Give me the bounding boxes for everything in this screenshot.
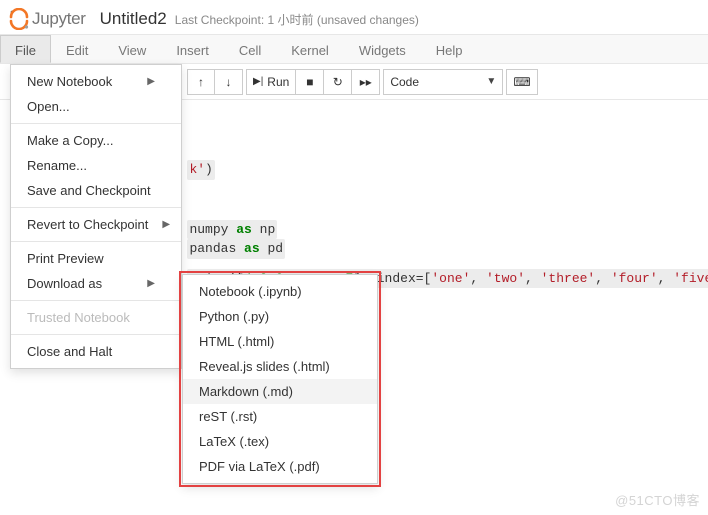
download-tex[interactable]: LaTeX (.tex) [183,429,377,454]
file-save-checkpoint[interactable]: Save and Checkpoint [11,178,181,203]
file-new-notebook[interactable]: New Notebook▶ [11,69,181,94]
menu-separator [11,123,181,124]
cell-type-value: Code [390,75,419,89]
arrow-up-icon: ↑ [198,75,204,89]
jupyter-logo[interactable]: Jupyter [8,8,86,30]
menu-separator [11,241,181,242]
download-ipynb[interactable]: Notebook (.ipynb) [183,279,377,304]
download-py[interactable]: Python (.py) [183,304,377,329]
menu-kernel[interactable]: Kernel [276,35,344,63]
menu-edit[interactable]: Edit [51,35,103,63]
run-icon: ▶| [253,76,263,87]
file-open[interactable]: Open... [11,94,181,119]
menu-insert[interactable]: Insert [161,35,224,63]
menu-view[interactable]: View [103,35,161,63]
chevron-down-icon: ▼ [486,76,496,87]
chevron-right-icon: ▶ [162,219,170,230]
menu-help[interactable]: Help [421,35,478,63]
file-revert-checkpoint[interactable]: Revert to Checkpoint▶ [11,212,181,237]
download-pdf[interactable]: PDF via LaTeX (.pdf) [183,454,377,479]
checkpoint-status: Last Checkpoint: 1 小时前 (unsaved changes) [175,11,419,28]
restart-run-all-button[interactable]: ▸▸ [352,69,380,95]
menu-file[interactable]: File [0,35,51,63]
notebook-title[interactable]: Untitled2 [100,9,167,29]
file-dropdown: New Notebook▶ Open... Make a Copy... Ren… [10,64,182,369]
stop-icon: ■ [306,75,313,89]
menubar: File Edit View Insert Cell Kernel Widget… [0,34,708,64]
move-cell-up-button[interactable]: ↑ [187,69,215,95]
restart-button[interactable]: ↻ [324,69,352,95]
command-palette-button[interactable]: ⌨ [506,69,537,95]
restart-icon: ↻ [333,75,343,89]
logo-text: Jupyter [32,9,86,29]
download-reveal[interactable]: Reveal.js slides (.html) [183,354,377,379]
jupyter-logo-icon [8,8,30,30]
menu-widgets[interactable]: Widgets [344,35,421,63]
menu-separator [11,300,181,301]
download-as-submenu: Notebook (.ipynb) Python (.py) HTML (.ht… [182,274,378,484]
download-rst[interactable]: reST (.rst) [183,404,377,429]
interrupt-button[interactable]: ■ [296,69,324,95]
menu-cell[interactable]: Cell [224,35,276,63]
file-rename[interactable]: Rename... [11,153,181,178]
run-label: Run [267,75,289,89]
run-button[interactable]: ▶| Run [246,69,296,95]
download-md[interactable]: Markdown (.md) [183,379,377,404]
file-trusted-notebook: Trusted Notebook [11,305,181,330]
arrow-down-icon: ↓ [226,75,232,89]
fast-forward-icon: ▸▸ [360,75,372,89]
menu-separator [11,334,181,335]
file-download-as[interactable]: Download as▶ [11,271,181,296]
keyboard-icon: ⌨ [513,75,530,89]
chevron-right-icon: ▶ [147,76,155,87]
move-cell-down-button[interactable]: ↓ [215,69,243,95]
watermark: @51CTO博客 [615,490,700,509]
menu-separator [11,207,181,208]
file-print-preview[interactable]: Print Preview [11,246,181,271]
file-make-copy[interactable]: Make a Copy... [11,128,181,153]
cell-type-select[interactable]: Code ▼ [383,69,503,95]
file-close-halt[interactable]: Close and Halt [11,339,181,364]
download-html[interactable]: HTML (.html) [183,329,377,354]
chevron-right-icon: ▶ [147,278,155,289]
